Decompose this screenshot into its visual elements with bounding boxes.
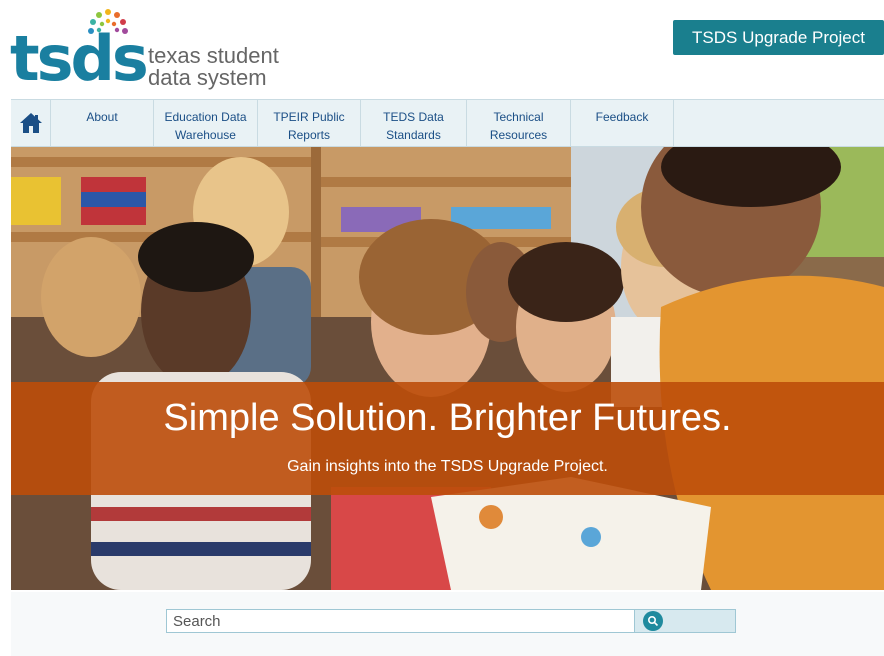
search-bar: [166, 609, 736, 633]
nav-item-label: TEDS Data: [383, 110, 444, 124]
nav-item-label-2: Reports: [287, 128, 330, 142]
search-button[interactable]: [635, 610, 735, 632]
nav-item-teds-data-standards[interactable]: TEDS Data Standards: [361, 100, 467, 146]
nav-item-label-2: Standards: [386, 128, 441, 142]
nav-item-feedback[interactable]: Feedback: [571, 100, 674, 146]
hero-section: Simple Solution. Brighter Futures. Gain …: [11, 147, 884, 590]
nav-item-label: Technical: [493, 110, 544, 124]
logo-tagline: texas student data system: [148, 45, 279, 89]
main-nav: About Education Data Warehouse TPEIR Publ…: [11, 99, 884, 147]
nav-item-label: About: [86, 110, 118, 124]
upgrade-project-button[interactable]: TSDS Upgrade Project: [673, 20, 884, 55]
nav-home[interactable]: [11, 100, 51, 146]
nav-item-tpeir-public-reports[interactable]: TPEIR Public Reports: [258, 100, 361, 146]
home-icon: [19, 113, 42, 133]
nav-item-about[interactable]: About: [51, 100, 154, 146]
logo-tagline-line2: data system: [148, 65, 267, 90]
search-icon: [643, 611, 663, 631]
hero-title: Simple Solution. Brighter Futures.: [163, 397, 732, 439]
nav-item-label-2: Warehouse: [175, 128, 236, 142]
nav-item-label: TPEIR Public: [273, 110, 345, 124]
nav-item-label: Feedback: [595, 110, 649, 124]
hero-subtitle[interactable]: Gain insights into the TSDS Upgrade Proj…: [11, 458, 884, 476]
hero-photo: [11, 147, 884, 590]
tsds-logo[interactable]: tsds texas student data system: [10, 8, 290, 94]
nav-item-education-data-warehouse[interactable]: Education Data Warehouse: [154, 100, 258, 146]
nav-item-label-2: Resources: [489, 128, 548, 142]
search-input[interactable]: [167, 610, 635, 632]
site-header: tsds texas student data system TSDS Upgr…: [0, 0, 884, 99]
logo-tagline-line1: texas student: [148, 43, 279, 68]
logo-wordmark: tsds: [10, 22, 149, 95]
nav-item-label: Education Data: [164, 110, 247, 124]
nav-item-technical-resources[interactable]: Technical Resources: [467, 100, 571, 146]
hero-banner: Simple Solution. Brighter Futures. Gain …: [11, 382, 884, 495]
